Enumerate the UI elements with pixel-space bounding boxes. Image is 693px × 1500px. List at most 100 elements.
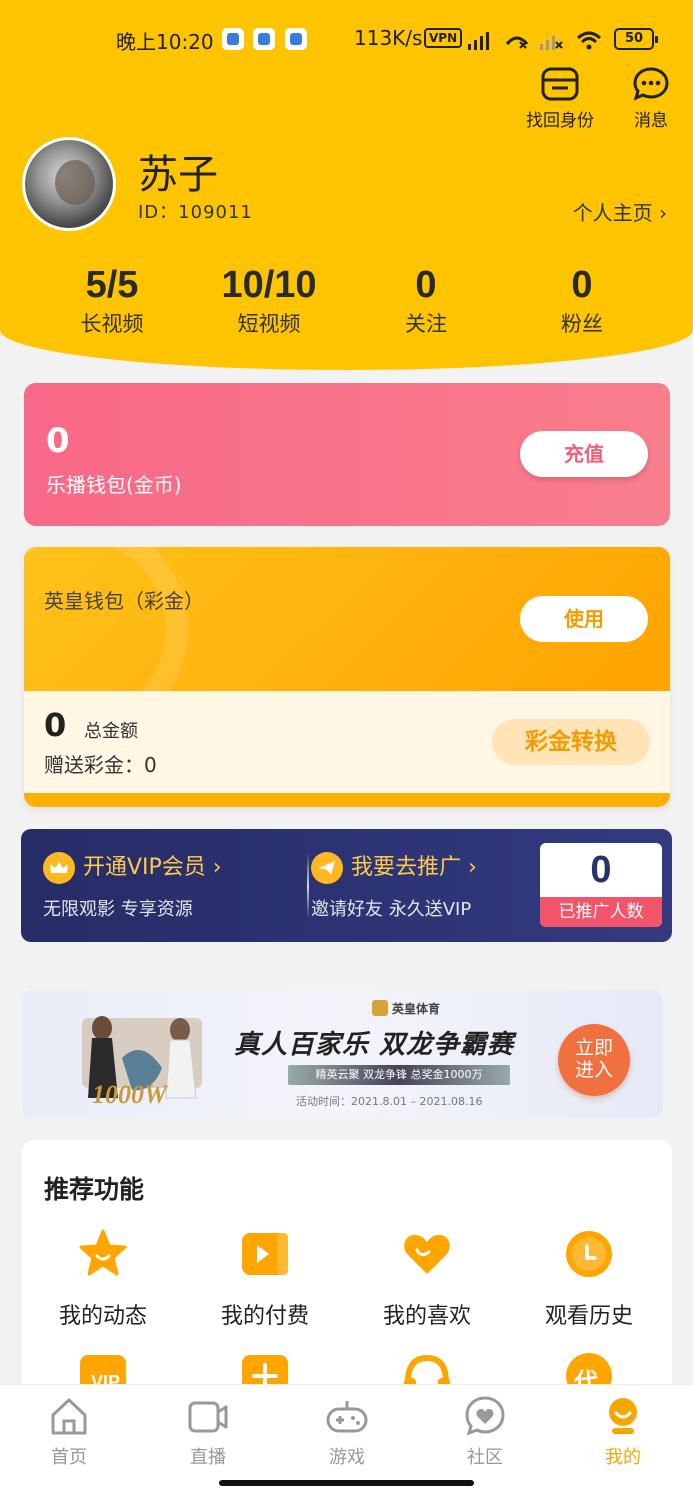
stat-following[interactable]: 0 关注 bbox=[356, 262, 496, 338]
lebo-wallet-card: 0 乐播钱包(金币) 充值 bbox=[24, 383, 670, 526]
id-card-icon bbox=[541, 67, 579, 101]
vpn-icon: VPN bbox=[424, 28, 463, 48]
promote-entry[interactable]: 我要去推广 › 邀请好友 永久送VIP bbox=[311, 851, 477, 921]
app-notification-icon bbox=[285, 28, 307, 50]
open-vip-subtitle: 无限观影 专享资源 bbox=[43, 899, 193, 920]
feature-label: 我的喜欢 bbox=[382, 1304, 471, 1329]
wifi-icon bbox=[576, 31, 602, 50]
promote-title: 我要去推广 › bbox=[351, 855, 477, 880]
promoted-count-box[interactable]: 0 已推广人数 bbox=[540, 843, 662, 927]
ad-brand-name: 英皇体育 bbox=[392, 1002, 441, 1016]
stat-long-videos[interactable]: 5/5 长视频 bbox=[42, 262, 182, 338]
stat-short-videos[interactable]: 10/10 短视频 bbox=[199, 262, 339, 338]
bonus-convert-button[interactable]: 彩金转换 bbox=[492, 719, 650, 765]
yinghuang-wallet-title: 英皇钱包（彩金） bbox=[44, 589, 204, 613]
username: 苏子 bbox=[138, 152, 218, 198]
tab-label: 直播 bbox=[190, 1447, 226, 1468]
gamepad-icon bbox=[326, 1401, 368, 1433]
feature-watch-history[interactable]: 观看历史 bbox=[508, 1228, 670, 1330]
feature-label: 观看历史 bbox=[544, 1304, 633, 1329]
status-time: 晚上10:20 bbox=[116, 30, 214, 54]
feature-label: 我的付费 bbox=[220, 1304, 309, 1329]
divider bbox=[307, 853, 309, 919]
tab-live[interactable]: 直播 bbox=[158, 1395, 258, 1469]
tab-label: 社区 bbox=[467, 1447, 503, 1468]
stat-value: 0 bbox=[571, 264, 593, 306]
crown-icon bbox=[43, 852, 75, 884]
wallet-label: 乐播钱包(金币) bbox=[46, 473, 182, 497]
status-bar: 晚上10:20 113K/s VPN 50 bbox=[0, 22, 693, 58]
promoted-count: 0 bbox=[590, 849, 612, 891]
profile-header: 晚上10:20 113K/s VPN 50 找回身份 消息 苏子 ID：1090… bbox=[0, 0, 693, 370]
star-icon bbox=[79, 1229, 127, 1276]
chat-heart-icon bbox=[465, 1396, 505, 1436]
feature-label: 我的动态 bbox=[58, 1304, 147, 1329]
recharge-button[interactable]: 充值 bbox=[520, 431, 648, 477]
home-indicator bbox=[219, 1480, 474, 1486]
stat-value: 0 bbox=[415, 264, 437, 306]
heart-icon bbox=[404, 1235, 450, 1274]
open-vip-entry[interactable]: 开通VIP会员 › 无限观影 专享资源 bbox=[43, 851, 222, 921]
recover-identity-label: 找回身份 bbox=[526, 111, 594, 131]
battery-icon: 50 bbox=[614, 28, 658, 50]
signal-icon bbox=[468, 32, 489, 50]
stat-label: 长视频 bbox=[80, 312, 144, 336]
profile-icon bbox=[609, 1398, 637, 1434]
features-title: 推荐功能 bbox=[44, 1175, 145, 1204]
stat-label: 粉丝 bbox=[561, 312, 603, 336]
tab-me[interactable]: 我的 bbox=[573, 1395, 673, 1469]
tab-label: 游戏 bbox=[329, 1447, 365, 1468]
wallet-amount: 0 bbox=[46, 421, 70, 461]
avatar[interactable] bbox=[22, 137, 116, 231]
camera-icon bbox=[188, 1401, 228, 1433]
personal-homepage-link[interactable]: 个人主页 › bbox=[573, 197, 667, 226]
open-vip-title: 开通VIP会员 › bbox=[83, 855, 222, 880]
vip-promo-banner: 开通VIP会员 › 无限观影 专享资源 我要去推广 › 邀请好友 永久送VIP … bbox=[21, 829, 672, 942]
messages-label: 消息 bbox=[634, 111, 668, 131]
call-off-icon bbox=[505, 36, 529, 49]
clock-icon bbox=[566, 1231, 612, 1277]
total-amount-label: 总金额 bbox=[84, 721, 138, 742]
ad-subtitle: 精英云聚 双龙争锋 总奖金1000万 bbox=[288, 1065, 510, 1085]
tab-label: 首页 bbox=[51, 1447, 87, 1468]
yinghuang-wallet-balance: 0 总金额 赠送彩金：0 彩金转换 bbox=[24, 691, 670, 793]
ad-date: 活动时间：2021.8.01 – 2021.08.16 bbox=[296, 1095, 483, 1108]
tab-label: 我的 bbox=[605, 1447, 641, 1468]
network-speed: 113K/s bbox=[354, 26, 423, 50]
profile-stats: 5/5 长视频 10/10 短视频 0 关注 0 粉丝 bbox=[0, 262, 693, 342]
stat-value: 5/5 bbox=[85, 264, 139, 306]
tab-home[interactable]: 首页 bbox=[19, 1395, 119, 1469]
signal-weak-icon bbox=[540, 36, 563, 50]
gift-bonus: 赠送彩金：0 bbox=[44, 753, 157, 777]
promoted-count-label: 已推广人数 bbox=[540, 897, 662, 927]
tab-games[interactable]: 游戏 bbox=[297, 1395, 397, 1469]
feature-my-likes[interactable]: 我的喜欢 bbox=[346, 1228, 508, 1330]
feature-my-paid[interactable]: 我的付费 bbox=[184, 1228, 346, 1330]
feature-my-posts[interactable]: 我的动态 bbox=[22, 1228, 184, 1330]
use-button[interactable]: 使用 bbox=[520, 596, 648, 642]
recover-identity-button[interactable]: 找回身份 bbox=[524, 66, 596, 131]
yinghuang-wallet-top: 英皇钱包（彩金） 使用 bbox=[24, 547, 670, 741]
app-notification-icon bbox=[253, 28, 275, 50]
stat-label: 短视频 bbox=[237, 312, 301, 336]
send-icon bbox=[311, 852, 343, 884]
play-video-icon bbox=[242, 1233, 288, 1275]
brand-logo-icon bbox=[372, 1000, 388, 1016]
ad-banner[interactable]: 1000W 英皇体育 真人百家乐 双龙争霸赛 精英云聚 双龙争锋 总奖金1000… bbox=[22, 990, 663, 1118]
tab-community[interactable]: 社区 bbox=[435, 1395, 535, 1469]
ad-prize: 1000W bbox=[92, 1080, 168, 1109]
user-id: ID：109011 bbox=[138, 202, 253, 223]
ad-brand: 英皇体育 bbox=[372, 1000, 440, 1017]
total-amount-value: 0 bbox=[44, 706, 67, 744]
app-notification-icon bbox=[222, 28, 244, 50]
stat-followers[interactable]: 0 粉丝 bbox=[512, 262, 652, 338]
promote-subtitle: 邀请好友 永久送VIP bbox=[311, 899, 472, 920]
ad-title: 真人百家乐 双龙争霸赛 bbox=[234, 1030, 515, 1060]
stat-value: 10/10 bbox=[221, 264, 317, 306]
home-icon bbox=[51, 1398, 87, 1435]
messages-button[interactable]: 消息 bbox=[626, 66, 676, 131]
enter-now-button[interactable]: 立即进入 bbox=[558, 1024, 630, 1096]
stat-label: 关注 bbox=[405, 312, 447, 336]
yinghuang-wallet-card: 英皇钱包（彩金） 使用 0 总金额 赠送彩金：0 彩金转换 bbox=[24, 547, 670, 807]
message-bubble-icon bbox=[633, 67, 669, 101]
